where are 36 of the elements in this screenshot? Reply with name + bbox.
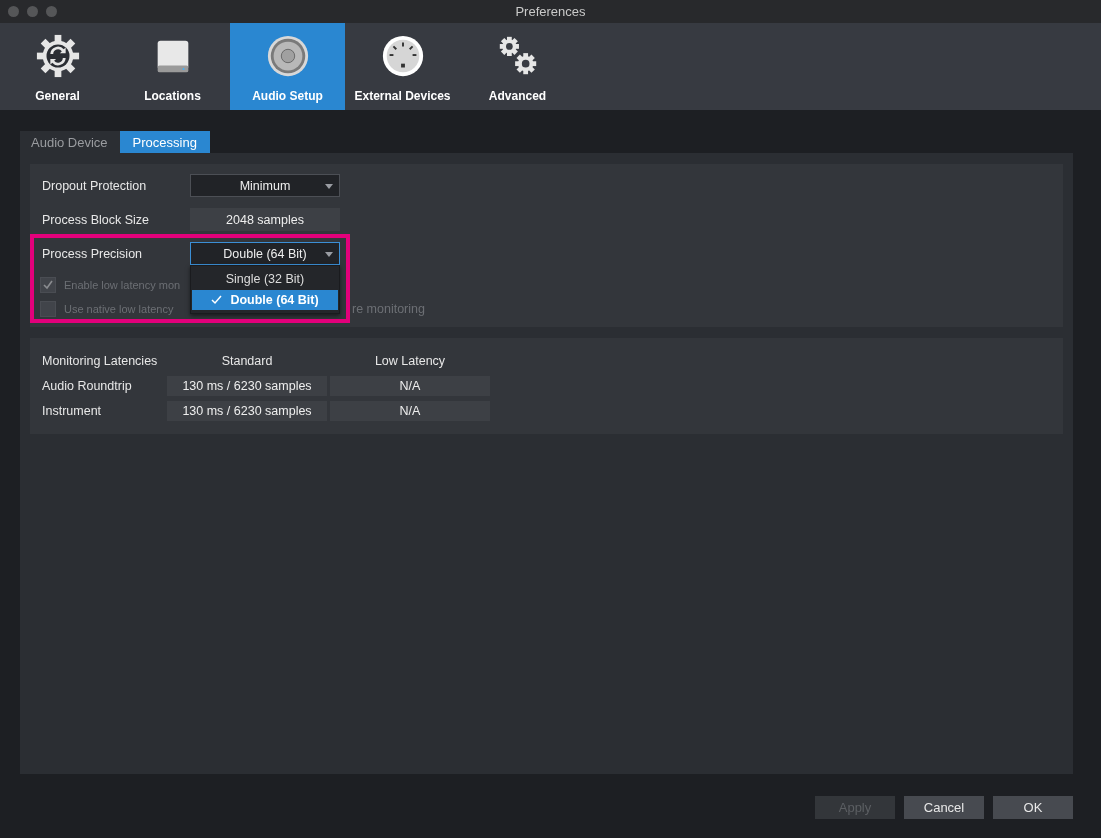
check-icon: [211, 295, 223, 305]
table-cell: N/A: [330, 401, 490, 421]
caret-icon: [325, 252, 333, 257]
dialog-button[interactable]: Cancel: [904, 796, 984, 819]
dialog-button[interactable]: OK: [993, 796, 1073, 819]
tab[interactable]: Audio Device: [20, 131, 120, 153]
value-display: 2048 samples: [190, 208, 340, 231]
column-header: Standard: [220, 354, 274, 368]
menu-item[interactable]: Double (64 Bit): [192, 290, 338, 310]
dropdown[interactable]: Minimum: [190, 174, 340, 197]
row-label: Instrument: [42, 404, 103, 418]
toolbar-button[interactable]: General: [0, 23, 115, 110]
setting-label: Dropout Protection: [42, 178, 148, 193]
menu-item[interactable]: Single (32 Bit): [192, 269, 338, 289]
toolbar-button[interactable]: External Devices: [345, 23, 460, 110]
table-cell: 130 ms / 6230 samples: [167, 401, 327, 421]
column-header: Low Latency: [373, 354, 447, 368]
setting-label: Process Precision: [42, 246, 144, 261]
window-control[interactable]: [46, 6, 57, 17]
toolbar-button[interactable]: Advanced: [460, 23, 575, 110]
tab[interactable]: Processing: [119, 131, 210, 153]
gear-icon: [34, 33, 81, 79]
window-control[interactable]: [27, 6, 38, 17]
toolbar-button[interactable]: Audio Setup: [230, 23, 345, 110]
table-cell: 130 ms / 6230 samples: [167, 376, 327, 396]
row-label: Audio Roundtrip: [42, 379, 133, 393]
toolbar-button[interactable]: Locations: [115, 23, 230, 110]
checkbox-label: re monitoring: [352, 301, 425, 316]
checkbox-label: Use native low latency: [64, 302, 174, 315]
window-title: Preferences: [515, 4, 586, 19]
column-header: Monitoring Latencies: [42, 354, 159, 368]
dropdown[interactable]: Double (64 Bit): [190, 242, 340, 265]
caret-icon: [325, 184, 333, 189]
setting-label: Process Block Size: [42, 212, 150, 227]
window-control[interactable]: [8, 6, 19, 17]
table-cell: N/A: [330, 376, 490, 396]
